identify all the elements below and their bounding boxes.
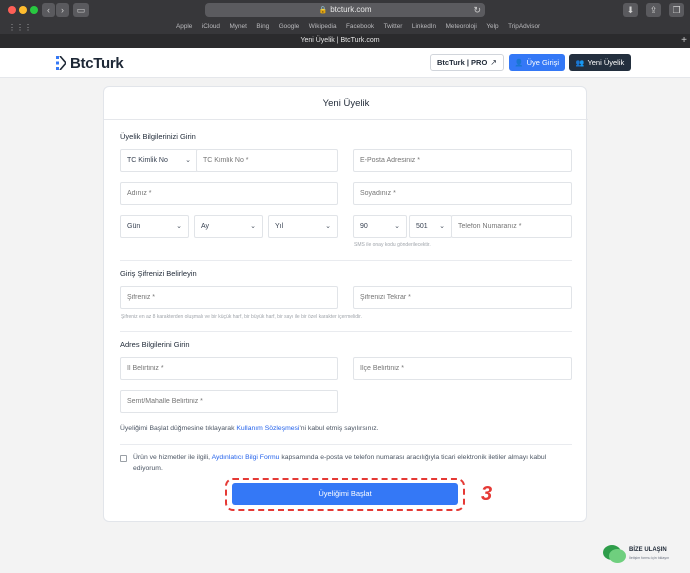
chevron-down-icon: ⌄ — [439, 223, 445, 230]
section-divider — [120, 331, 572, 332]
minimize-window-button[interactable] — [19, 6, 27, 14]
title-divider — [104, 119, 588, 120]
operator-code-select[interactable]: 501 ⌄ — [409, 215, 452, 238]
favorite-link[interactable]: Google — [279, 23, 300, 30]
grid-icon[interactable]: ⋮⋮⋮ — [8, 23, 32, 32]
signup-button-label: Yeni Üyelik — [587, 58, 625, 67]
section-address-title: Adres Bilgilerini Girin — [120, 340, 190, 349]
section-personal-title: Üyelik Bilgilerinizi Girin — [120, 132, 196, 141]
terms-text: Üyeliğimi Başlat düğmesine tıklayarak Ku… — [120, 425, 379, 432]
active-tab[interactable]: Yeni Üyelik | BtcTurk.com — [0, 34, 680, 48]
share-icon[interactable]: ⇪ — [646, 3, 661, 17]
birth-day-value: Gün — [127, 223, 141, 230]
birth-year-select[interactable]: Yıl ⌄ — [268, 215, 338, 238]
contact-title: BİZE ULAŞIN — [629, 547, 667, 553]
password-hint: Şifreniz en az 8 karakterden oluşmalı ve… — [121, 314, 362, 320]
registration-card: Yeni Üyelik Üyelik Bilgilerinizi Girin T… — [103, 86, 588, 522]
chevron-down-icon: ⌄ — [394, 223, 400, 230]
signup-button[interactable]: 👥 Yeni Üyelik — [569, 54, 631, 71]
consent-checkbox[interactable] — [120, 455, 127, 462]
favorites-bar: ⋮⋮⋮ Apple iCloud Mynet Bing Google Wikipedia F… — [0, 21, 690, 34]
favorite-link[interactable]: Apple — [176, 23, 192, 30]
user-icon: 👤 — [514, 60, 524, 67]
section-divider — [120, 444, 572, 445]
new-tab-icon[interactable]: + — [681, 34, 687, 48]
pro-button-label: BtcTurk | PRO — [436, 58, 488, 67]
login-button[interactable]: 👤 Üye Girişi — [509, 54, 565, 71]
birth-day-select[interactable]: Gün ⌄ — [120, 215, 189, 238]
neighborhood-input[interactable] — [120, 390, 338, 413]
birth-month-value: Ay — [201, 223, 210, 230]
country-code-select[interactable]: 90 ⌄ — [353, 215, 407, 238]
favorite-link[interactable]: Facebook — [346, 23, 374, 30]
logo-text: BtcTurk — [70, 54, 124, 72]
chat-bubble-secondary-icon — [609, 549, 626, 563]
chevron-down-icon: ⌄ — [250, 223, 256, 230]
tab-bar: Yeni Üyelik | BtcTurk.com + — [0, 34, 690, 48]
consent-prefix: Ürün ve hizmetler ile ilgili, — [133, 454, 212, 461]
chevron-down-icon: ⌄ — [185, 157, 191, 164]
favorite-link[interactable]: LinkedIn — [412, 23, 436, 30]
close-window-button[interactable] — [8, 6, 16, 14]
section-divider — [120, 260, 572, 261]
login-button-label: Üye Girişi — [526, 58, 560, 67]
favorite-link[interactable]: Wikipedia — [309, 23, 337, 30]
page-title: Yeni Üyelik — [322, 98, 370, 109]
email-input[interactable] — [353, 149, 572, 172]
password-repeat-input[interactable] — [353, 286, 572, 309]
back-icon[interactable]: ‹ — [42, 3, 55, 17]
district-input[interactable] — [353, 357, 572, 380]
operator-code-value: 501 — [416, 223, 428, 230]
reload-icon[interactable]: ↻ — [473, 3, 481, 17]
consent-text: Ürün ve hizmetler ile ilgili, Aydınlatıc… — [133, 453, 573, 474]
terms-link[interactable]: Kullanım Sözleşmesi — [236, 425, 299, 432]
browser-chrome: ‹ › ▭ 🔒 btcturk.com ↻ ⬇ ⇪ ❐ ⋮⋮⋮ Apple iClo… — [0, 0, 690, 48]
favorite-link[interactable]: iCloud — [202, 23, 220, 30]
submit-button[interactable]: Üyeliğimi Başlat — [232, 483, 458, 505]
lock-icon: 🔒 — [318, 7, 328, 14]
external-link-icon: ↗ — [490, 58, 497, 67]
favorite-link[interactable]: Mynet — [229, 23, 246, 30]
favorite-link[interactable]: Meteoroloji — [446, 23, 477, 30]
zoom-window-button[interactable] — [30, 6, 38, 14]
id-type-value: TC Kimlik No — [127, 157, 168, 164]
contact-subtitle: İletişim formu için tıklayın — [629, 556, 670, 560]
url-text: btcturk.com — [330, 5, 372, 14]
country-code-value: 90 — [360, 223, 368, 230]
id-number-input[interactable] — [196, 149, 338, 172]
section-password-title: Giriş Şifrenizi Belirleyin — [120, 269, 197, 278]
sidebar-icon[interactable]: ▭ — [73, 3, 89, 17]
download-icon[interactable]: ⬇ — [623, 3, 638, 17]
pro-button[interactable]: BtcTurk | PRO ↗ — [430, 54, 504, 71]
site-header: BtcTurk BtcTurk | PRO ↗ 👤 Üye Girişi 👥 Yeni… — [0, 48, 690, 78]
step-number-annotation: 3 — [481, 483, 493, 505]
terms-prefix: Üyeliğimi Başlat düğmesine tıklayarak — [120, 425, 237, 432]
favorite-link[interactable]: TripAdvisor — [508, 23, 540, 30]
chevron-down-icon: ⌄ — [176, 223, 182, 230]
favorites-list: Apple iCloud Mynet Bing Google Wikipedia Faceb… — [176, 23, 550, 30]
consent-link[interactable]: Aydınlatıcı Bilgi Formu — [212, 454, 280, 461]
birth-month-select[interactable]: Ay ⌄ — [194, 215, 263, 238]
id-type-select[interactable]: TC Kimlik No ⌄ — [120, 149, 198, 172]
browser-toolbar: ‹ › ▭ 🔒 btcturk.com ↻ ⬇ ⇪ ❐ — [0, 0, 690, 20]
sms-hint: SMS ile onay kodu gönderilecektir. — [354, 242, 431, 248]
favorite-link[interactable]: Twitter — [384, 23, 403, 30]
firstname-input[interactable] — [120, 182, 338, 205]
favorite-link[interactable]: Bing — [256, 23, 269, 30]
password-input[interactable] — [120, 286, 338, 309]
add-user-icon: 👥 — [575, 60, 585, 67]
forward-icon[interactable]: › — [56, 3, 69, 17]
terms-suffix: 'ni kabul etmiş sayılırsınız. — [299, 425, 379, 432]
city-input[interactable] — [120, 357, 338, 380]
chevron-down-icon: ⌄ — [325, 223, 331, 230]
tabs-overview-icon[interactable]: ❐ — [669, 3, 684, 17]
address-bar[interactable]: 🔒 btcturk.com ↻ — [205, 3, 485, 17]
logo[interactable]: BtcTurk — [56, 54, 124, 72]
contact-widget[interactable]: BİZE ULAŞIN İletişim formu için tıklayın — [603, 543, 685, 569]
favorite-link[interactable]: Yelp — [486, 23, 498, 30]
phone-input[interactable] — [451, 215, 572, 238]
birth-year-value: Yıl — [275, 223, 284, 230]
logo-icon — [56, 56, 66, 70]
lastname-input[interactable] — [353, 182, 572, 205]
